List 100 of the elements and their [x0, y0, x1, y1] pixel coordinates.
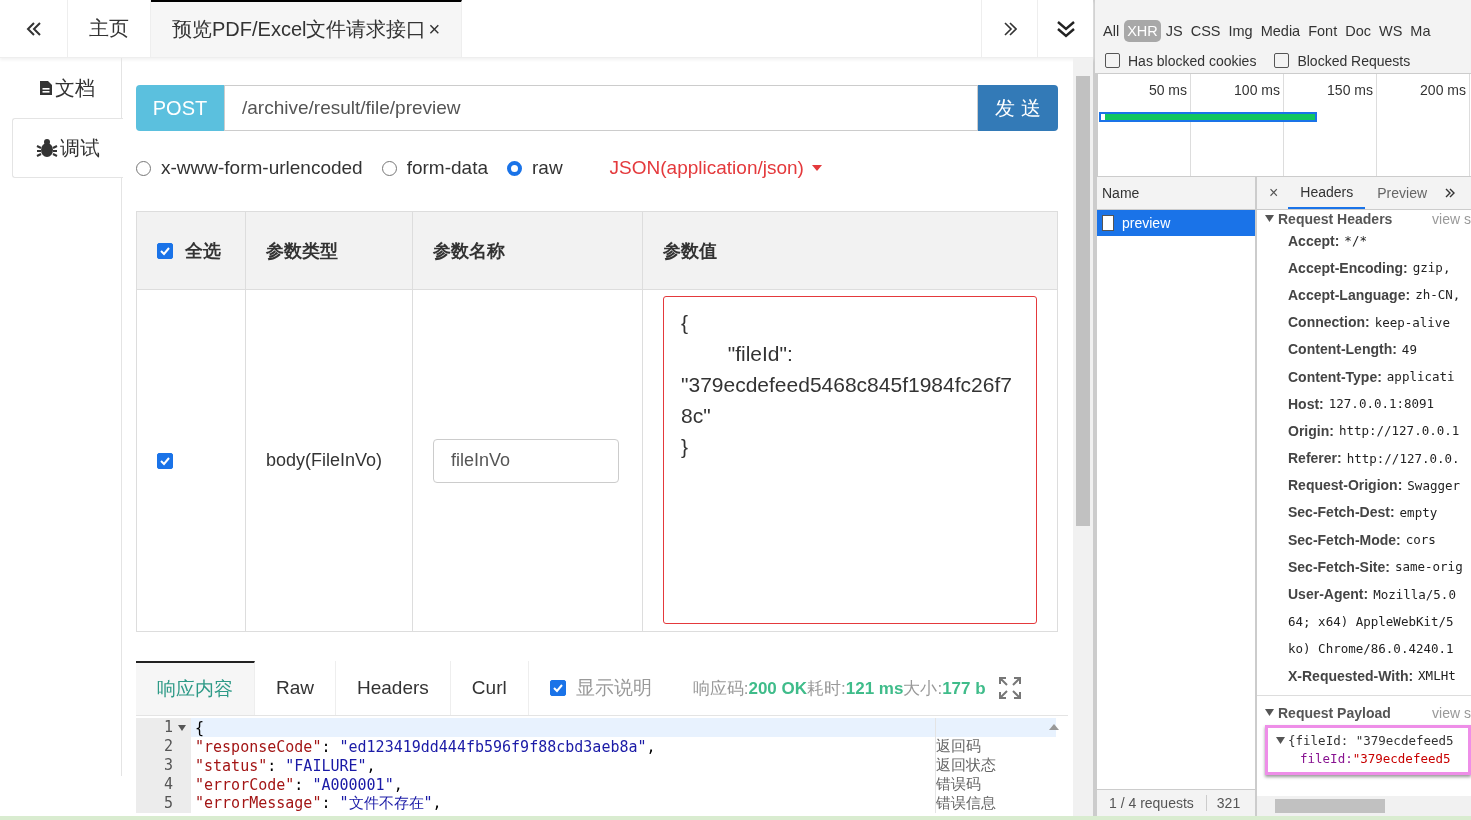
column-label: 参数类型: [266, 239, 338, 263]
header-name: Content-Length:: [1288, 341, 1397, 358]
filter-tab[interactable]: JS: [1162, 20, 1186, 42]
tab[interactable]: Headers: [1288, 177, 1366, 209]
column-label: 参数名称: [433, 239, 505, 263]
tab[interactable]: Preview: [1365, 177, 1440, 209]
code-line: {: [195, 718, 206, 737]
scroll-up-icon[interactable]: [1049, 724, 1059, 730]
radio-label: raw: [532, 157, 563, 179]
section-title[interactable]: Request Headers: [1278, 210, 1393, 227]
header-name: Accept-Encoding:: [1288, 259, 1408, 276]
tab[interactable]: 预览PDF/Excel文件请求接口×: [151, 0, 463, 57]
payload-key: fileId:: [1300, 751, 1353, 767]
content-type-dropdown[interactable]: JSON(application/json): [609, 157, 822, 179]
checkbox-label: Has blocked cookies: [1128, 52, 1257, 69]
tab[interactable]: Curl: [450, 661, 529, 715]
tab[interactable]: Raw: [255, 661, 336, 715]
timeline-tick: 200 ms: [1420, 82, 1466, 98]
header-value: http://127.0.0.1: [1338, 423, 1460, 439]
filter-tab[interactable]: Font: [1305, 20, 1341, 42]
fold-icon[interactable]: [178, 724, 186, 731]
filter-tab[interactable]: WS: [1376, 20, 1406, 42]
header-name: Sec-Fetch-Site:: [1288, 558, 1390, 575]
header-value: */*: [1344, 233, 1367, 249]
bug-icon: [36, 138, 58, 158]
header-name: Request-Origion:: [1288, 477, 1403, 494]
filter-tab[interactable]: Img: [1225, 20, 1256, 42]
expand-icon[interactable]: [1265, 709, 1274, 717]
header-name: Accept:: [1288, 232, 1340, 249]
sidebar-item[interactable]: 文档: [12, 58, 122, 118]
fullscreen-icon[interactable]: [997, 676, 1022, 700]
url-field[interactable]: /archive/result/file/preview: [224, 85, 978, 131]
scrollbar[interactable]: [1073, 58, 1093, 816]
header-name: Content-Type:: [1288, 368, 1382, 385]
checkbox[interactable]: [157, 452, 173, 469]
header-value: zh-CN,: [1415, 287, 1461, 303]
code-line: "errorMessage": "文件不存在",: [195, 794, 443, 813]
header-name: Sec-Fetch-Dest:: [1288, 504, 1395, 521]
expand-icon[interactable]: [1265, 215, 1274, 222]
filter-tab[interactable]: All: [1100, 20, 1123, 42]
header-value: 127.0.0.1:8091: [1328, 396, 1435, 412]
header-name: Accept-Language:: [1288, 286, 1411, 303]
header-value: XMLHt: [1418, 668, 1456, 684]
method-label: POST: [136, 85, 224, 131]
more-tabs-icon[interactable]: [1445, 188, 1456, 198]
header-name: Origin:: [1288, 422, 1334, 439]
text-area[interactable]: { "fileId": "379ecdefeed5468c845f1984fc26f78c" }: [663, 296, 1037, 624]
request-row[interactable]: preview: [1097, 210, 1255, 236]
checkbox[interactable]: [157, 242, 173, 259]
line-number: 3: [136, 756, 173, 775]
sidebar-item[interactable]: 调试: [12, 118, 123, 178]
expand-icon[interactable]: [1276, 737, 1285, 745]
checkbox[interactable]: [1274, 53, 1290, 68]
header-name: User-Agent:: [1288, 586, 1369, 603]
send-button[interactable]: 发 送: [978, 85, 1058, 131]
checkbox[interactable]: [1105, 53, 1120, 68]
scrollbar[interactable]: [1257, 796, 1471, 816]
header-value: Mozilla/5.0: [1373, 586, 1456, 602]
header-value: cors: [1405, 532, 1436, 548]
header-name: X-Requested-With:: [1288, 667, 1414, 684]
timeline-tick: 150 ms: [1327, 82, 1373, 98]
table-cell: body(FileInVo): [266, 450, 383, 471]
header-value: Swagger: [1407, 477, 1461, 493]
line-number: 4: [136, 775, 173, 794]
transfer-size: 321: [1205, 795, 1241, 811]
header-value: keep-alive: [1374, 314, 1450, 330]
filter-tab[interactable]: Media: [1257, 20, 1304, 42]
filter-tab[interactable]: Doc: [1342, 20, 1374, 42]
payload-value: "379ecdefeed5: [1352, 751, 1451, 767]
checkbox[interactable]: [549, 680, 566, 696]
filter-tab[interactable]: Ma: [1407, 20, 1434, 42]
header-value: empty: [1399, 504, 1438, 520]
code-note: 错误信息: [936, 794, 996, 812]
checkbox-label: 显示说明: [575, 676, 652, 700]
column-header: Name: [1097, 177, 1255, 210]
file-icon: [1102, 215, 1114, 231]
payload-summary: {fileId: "379ecdefeed5: [1288, 733, 1454, 749]
request-count: 1 / 4 requests: [1109, 795, 1194, 811]
radio-button[interactable]: [507, 160, 522, 176]
line-number: 5: [136, 794, 173, 813]
tab[interactable]: Headers: [336, 661, 451, 715]
checkbox-label: Blocked Requests: [1297, 52, 1411, 69]
line-number: 2: [136, 737, 173, 756]
input-field[interactable]: fileInVo: [433, 438, 619, 483]
section-title[interactable]: Request Payload: [1278, 704, 1391, 721]
code-note: 错误码: [936, 775, 981, 793]
filter-tab[interactable]: CSS: [1187, 20, 1224, 42]
column-label: 全选: [185, 239, 221, 263]
radio-label: x-www-form-urlencoded: [161, 157, 363, 179]
header-value: http://127.0.0.: [1346, 450, 1460, 466]
radio-label: form-data: [406, 157, 488, 179]
timeline-tick: 50 ms: [1148, 82, 1187, 98]
header-value: ko) Chrome/86.0.4240.1: [1288, 640, 1454, 656]
code-line: "errorCode": "A000001",: [195, 775, 404, 794]
close-icon[interactable]: ×: [1269, 184, 1279, 202]
document-icon: [39, 80, 53, 96]
header-name: Sec-Fetch-Mode:: [1288, 531, 1401, 548]
close-icon[interactable]: ×: [428, 18, 441, 40]
caret-icon: [811, 165, 822, 171]
line-number: 1: [136, 718, 173, 737]
